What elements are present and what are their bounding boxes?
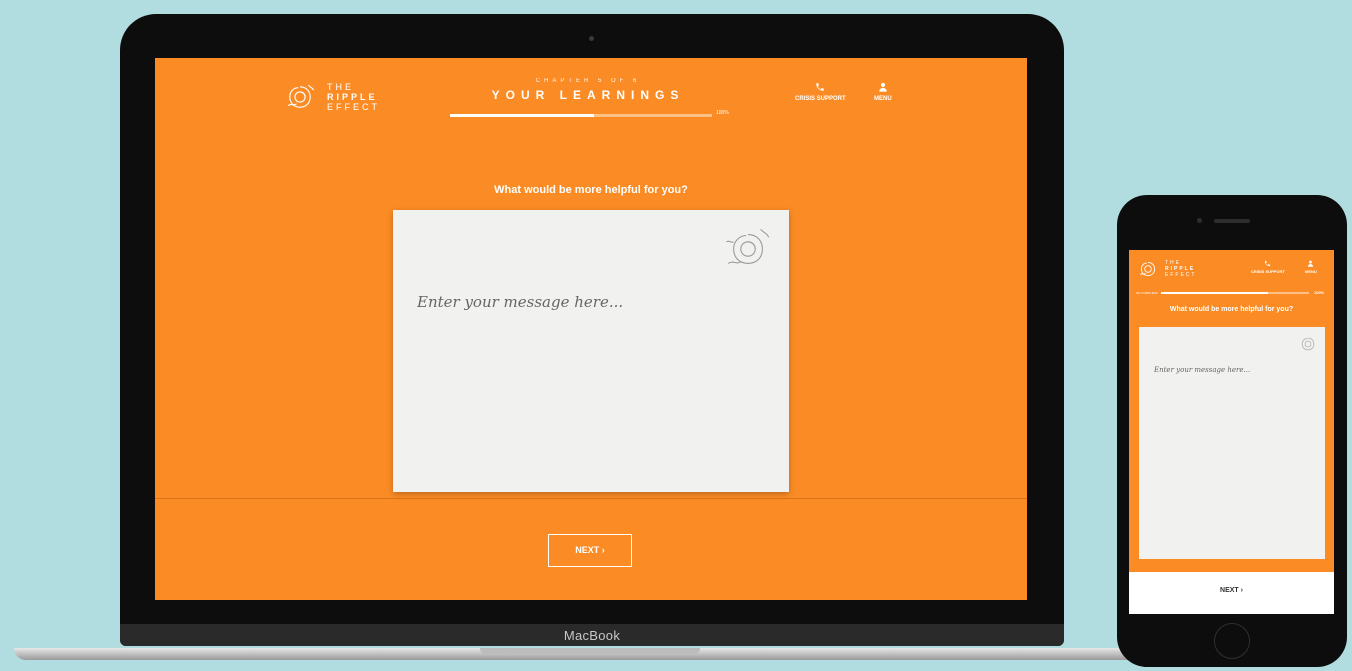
chapter-progress-bar [450,114,712,117]
menu-button[interactable]: MENU [874,82,892,102]
laptop-chin: MacBook [120,624,1064,646]
rose-logo-icon [1140,261,1156,277]
menu-label: MENU [874,96,892,102]
phone-speaker [1214,219,1250,223]
mobile-brand-line-3: EFFECT [1165,272,1197,278]
mobile-progress-right-label: 100% [1314,290,1325,295]
crisis-support-label: CRISIS SUPPORT [795,96,846,102]
message-input[interactable] [415,292,759,312]
mobile-menu-button[interactable]: MENU [1305,260,1317,274]
mobile-crisis-support-label: CRISIS SUPPORT [1251,269,1285,274]
chapter-kicker: CHAPTER 5 OF 6 [535,78,641,84]
mobile-question-heading: What would be more helpful for you? [1169,306,1294,313]
mobile-brand-logo-link[interactable]: THE RIPPLE EFFECT [1137,258,1196,280]
crisis-support-button[interactable]: CRISIS SUPPORT [795,82,846,102]
mobile-crisis-support-button[interactable]: CRISIS SUPPORT [1251,260,1285,274]
section-divider [155,498,1027,499]
phone-home-button[interactable] [1214,623,1250,659]
mobile-next-button[interactable]: NEXT › [1129,587,1334,594]
chapter-progress-fill [450,114,595,117]
phone-device: THE RIPPLE EFFECT CRISIS SUPPORT MENU 0%… [1117,195,1347,667]
phone-screen: THE RIPPLE EFFECT CRISIS SUPPORT MENU 0%… [1129,250,1334,614]
message-postcard [393,210,789,492]
laptop-device: THE RIPPLE EFFECT CHAPTER 5 OF 6 YOUR LE… [120,14,1064,646]
mobile-footer: NEXT › [1129,572,1334,614]
question-heading: What would be more helpful for you? [494,184,688,196]
laptop-screen: THE RIPPLE EFFECT CHAPTER 5 OF 6 YOUR LE… [155,58,1027,600]
brand-line-2: RIPPLE [327,92,378,102]
user-icon [879,82,887,92]
brand-name: THE RIPPLE EFFECT [327,82,380,112]
laptop-notch [480,648,700,654]
mobile-progress-left-label: 0% COMPLETE [1136,291,1158,295]
chapter-progress-label: 100% [716,110,729,116]
phone-icon [1265,260,1271,267]
mobile-brand-name: THE RIPPLE EFFECT [1165,260,1196,278]
user-icon [1308,260,1314,267]
mobile-menu-label: MENU [1305,269,1317,274]
phone-icon [816,83,825,91]
mobile-progress-bar [1161,292,1309,294]
next-button[interactable]: NEXT › [548,534,632,567]
brand-logo-link[interactable]: THE RIPPLE EFFECT [283,80,380,114]
brand-line-3: EFFECT [327,102,380,112]
mobile-message-postcard [1139,327,1325,559]
brand-line-1: THE [327,82,354,92]
mobile-progress-fill [1161,292,1268,294]
device-label: MacBook [563,628,621,643]
rose-stamp-icon [1301,337,1315,351]
rose-stamp-icon [726,228,770,264]
chapter-title: YOUR LEARNINGS [491,88,685,102]
mobile-message-input[interactable] [1152,365,1316,375]
phone-camera [1197,218,1202,223]
rose-logo-icon [287,84,315,108]
chapter-heading: CHAPTER 5 OF 6 YOUR LEARNINGS [450,78,726,102]
laptop-camera [589,36,594,41]
